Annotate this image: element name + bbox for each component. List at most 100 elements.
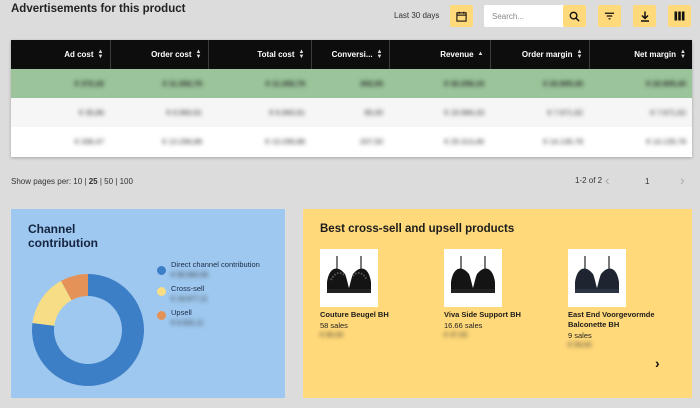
table-cell: € 13.299,88: [110, 127, 208, 156]
page-size-label: Show pages per:: [11, 177, 72, 186]
page-size-option-25[interactable]: 25: [89, 177, 98, 186]
column-header[interactable]: Net margin ▲ ▼: [589, 40, 692, 69]
cell-value: € 25.313,46: [444, 137, 484, 146]
columns-button[interactable]: [668, 5, 691, 27]
sort-icon[interactable]: ▲ ▼: [299, 49, 305, 60]
page-size-option-100[interactable]: 100: [120, 177, 133, 186]
table-cell: € 42.256,19: [389, 69, 490, 98]
chevron-right-icon[interactable]: ›: [655, 355, 660, 371]
cell-value: € 35,86: [78, 108, 104, 117]
column-header-label: Revenue: [440, 50, 474, 59]
product-name[interactable]: Viva Side Support BH: [444, 310, 559, 320]
bra-image-icon: [575, 256, 619, 293]
page-range: 1-2 of 2: [575, 176, 603, 185]
product-sales: 9 sales: [568, 331, 592, 340]
table-cell: € 11.292,79: [208, 69, 311, 98]
legend-dot: [157, 287, 166, 296]
table-cell: € 25.313,46: [389, 127, 490, 156]
cell-value: € 6.993,91: [269, 108, 305, 117]
product-price: € 59,00: [568, 342, 592, 349]
current-page[interactable]: 1: [645, 177, 649, 186]
sort-icon[interactable]: ▲ ▼: [577, 49, 583, 60]
bra-image-icon: [451, 256, 495, 293]
table-cell: € 14.135,78: [589, 127, 692, 156]
column-header[interactable]: Ad cost ▲ ▼: [11, 40, 111, 69]
search-button[interactable]: [563, 5, 586, 27]
column-header[interactable]: Revenue ▲: [389, 40, 491, 69]
cell-value: € 13.299,88: [265, 137, 305, 146]
legend-value: € 18.877,11: [171, 296, 208, 303]
chevron-right-icon[interactable]: ›: [680, 172, 685, 188]
calendar-button[interactable]: [450, 5, 473, 27]
product-card[interactable]: East End Voorgevormde Balconette BH 9 sa…: [568, 249, 683, 349]
chevron-left-icon[interactable]: ‹: [605, 172, 610, 188]
table-row: € 336,47 € 13.299,88 € 13.299,88 207,50 € 25…: [11, 127, 692, 156]
search-icon: [569, 11, 580, 22]
cell-value: € 13.299,88: [162, 137, 202, 146]
search-input[interactable]: [484, 5, 562, 27]
filter-button[interactable]: [598, 5, 621, 27]
cell-value: € 22.805,40: [543, 79, 583, 88]
sort-icon[interactable]: ▲ ▼: [196, 49, 202, 60]
product-image[interactable]: [444, 249, 502, 307]
download-button[interactable]: [633, 5, 656, 27]
column-header[interactable]: Total cost ▲ ▼: [208, 40, 312, 69]
legend-label: Direct channel contribution: [171, 260, 260, 269]
product-name[interactable]: Couture Beugel BH: [320, 310, 435, 320]
page-size-options: 10 | 25 | 50 | 100: [73, 177, 133, 186]
legend-item: Direct channel contribution € 99.560,56: [157, 260, 277, 279]
table-total-row: € 372,32 € 11.292,79 € 11.292,79 302,50 € 42…: [11, 69, 692, 98]
column-header-label: Ad cost: [64, 49, 94, 59]
download-icon: [640, 11, 649, 22]
table-cell: € 13.299,88: [208, 127, 311, 156]
cell-value: 95,00: [364, 108, 383, 117]
table-cell: € 336,47: [11, 127, 110, 156]
legend-value: € 6.932,11: [171, 320, 204, 327]
cross-sell-card: Best cross-sell and upsell products Cout…: [303, 209, 692, 398]
table-cell: € 35,86: [11, 98, 110, 127]
page-size-option-50[interactable]: 50: [104, 177, 113, 186]
product-image[interactable]: [320, 249, 378, 307]
cell-value: € 15.966,33: [444, 108, 484, 117]
table-header-row: Ad cost ▲ ▼ Order cost ▲ ▼ Total cost ▲ ▼ Convers…: [11, 40, 692, 69]
product-price: € 37,00: [444, 332, 468, 339]
sort-icon[interactable]: ▲ ▼: [98, 49, 104, 60]
page-size-option-10[interactable]: 10: [73, 177, 82, 186]
table-cell: € 14.135,78: [490, 127, 589, 156]
bra-image-icon: [327, 256, 371, 293]
product-card[interactable]: Couture Beugel BH 58 sales € 66,50: [320, 249, 435, 339]
product-sales: 58 sales: [320, 321, 348, 330]
sort-icon[interactable]: ▲ ▼: [377, 49, 383, 60]
cross-sell-title: Best cross-sell and upsell products: [320, 223, 515, 235]
product-card[interactable]: Viva Side Support BH 16.66 sales € 37,00: [444, 249, 559, 339]
cell-value: € 11.292,79: [265, 79, 305, 88]
table-cell: € 11.292,79: [110, 69, 208, 98]
table-cell: € 22.805,40: [490, 69, 589, 98]
legend-item: Upsell € 6.932,11: [157, 308, 277, 327]
product-sales: 16.66 sales: [444, 321, 483, 330]
table-cell: € 15.966,33: [389, 98, 490, 127]
sort-icon[interactable]: ▲ ▼: [680, 49, 686, 60]
table-body: € 372,32 € 11.292,79 € 11.292,79 302,50 € 42…: [11, 69, 692, 156]
table-row: € 35,86 € 6.993,91 € 6.993,91 95,00 € 15.966…: [11, 98, 692, 127]
product-name[interactable]: East End Voorgevormde Balconette BH: [568, 310, 683, 330]
calendar-icon: [456, 11, 467, 22]
cell-value: € 6.993,91: [166, 108, 202, 117]
legend-label: Cross-sell: [171, 284, 205, 293]
legend-label: Upsell: [171, 308, 192, 317]
toolbar: Advertisements for this product Last 30 …: [0, 0, 700, 34]
cell-value: € 7.671,62: [547, 108, 583, 117]
channel-legend: Direct channel contribution € 99.560,56 Cr…: [157, 260, 277, 332]
cell-value: € 336,47: [74, 137, 104, 146]
sort-ascending-icon[interactable]: ▲: [478, 51, 484, 57]
column-header[interactable]: Conversi... ▲ ▼: [311, 40, 390, 69]
column-header[interactable]: Order margin ▲ ▼: [490, 40, 590, 69]
product-price: € 66,50: [320, 332, 344, 339]
page-title: Advertisements for this product: [11, 3, 186, 15]
product-image[interactable]: [568, 249, 626, 307]
legend-dot: [157, 266, 166, 275]
cell-value: € 372,32: [74, 79, 104, 88]
table-cell: € 7.671,62: [589, 98, 692, 127]
channel-title: Channel contribution: [28, 222, 98, 250]
column-header[interactable]: Order cost ▲ ▼: [110, 40, 209, 69]
